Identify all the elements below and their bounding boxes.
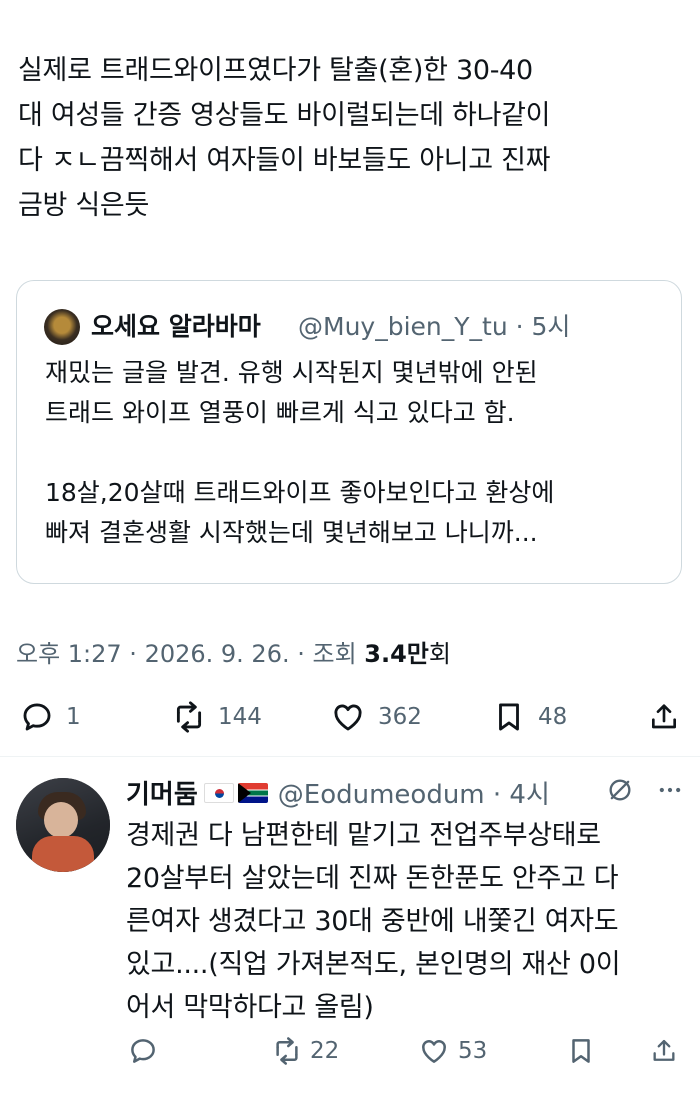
reply-share-button[interactable] bbox=[650, 1036, 678, 1066]
retweet-button[interactable]: 144 bbox=[172, 700, 262, 734]
retweet-count: 144 bbox=[218, 704, 262, 730]
quote-author-handle: @Muy_bien_Y_tu · 5시 bbox=[298, 312, 571, 341]
reply-bookmark-button[interactable] bbox=[566, 1036, 596, 1066]
reply-count: 1 bbox=[66, 704, 81, 730]
quote-body-line bbox=[45, 433, 665, 473]
share-button[interactable] bbox=[648, 700, 680, 734]
south-africa-flag-icon bbox=[237, 782, 268, 803]
reply-like-count: 53 bbox=[458, 1038, 488, 1064]
view-count-unit: 회 bbox=[428, 640, 451, 668]
reply-icon bbox=[23, 703, 51, 731]
like-count: 362 bbox=[378, 704, 422, 730]
retweet-icon bbox=[276, 1037, 298, 1065]
bookmark-button[interactable]: 48 bbox=[492, 700, 567, 734]
reply-retweet-button[interactable]: 22 bbox=[272, 1036, 339, 1066]
retweet-icon bbox=[176, 701, 202, 733]
reply-author-handle[interactable]: @Eodumeodum · 4시 bbox=[278, 774, 550, 811]
like-button[interactable]: 362 bbox=[330, 700, 422, 734]
quote-body-line: 트래드 와이프 열풍이 빠르게 식고 있다고 함. bbox=[45, 398, 515, 427]
reply-button[interactable]: 1 bbox=[20, 700, 81, 734]
reply-body-line: 경제권 다 남편한테 맡기고 전업주부상태로 bbox=[126, 820, 601, 851]
quote-avatar[interactable] bbox=[44, 309, 80, 345]
quote-body-line: 18살,20살때 트래드와이프 좋아보인다고 환상에 bbox=[45, 478, 555, 507]
south-korea-flag-icon bbox=[203, 782, 234, 803]
reply-body-line: 른여자 생겼다고 30대 중반에 내쫓긴 여자도 bbox=[126, 906, 619, 937]
quote-body-line: 빠져 결혼생활 시작했는데 몇년해보고 나니까... bbox=[45, 518, 538, 547]
grok-icon[interactable] bbox=[606, 776, 634, 804]
reply-header: 기머둠 @Eodumeodum · 4시 bbox=[126, 774, 550, 811]
view-count: 3.4만 bbox=[364, 640, 429, 668]
more-icon[interactable] bbox=[656, 776, 684, 804]
reply-icon bbox=[131, 1039, 155, 1063]
tweet-text-line: 대 여성들 간증 영상들도 바이럴되는데 하나같이 bbox=[18, 100, 551, 131]
quote-author-name: 오세요 알라바마 bbox=[91, 312, 261, 341]
divider bbox=[0, 756, 700, 757]
reply-like-button[interactable]: 53 bbox=[418, 1036, 487, 1066]
tweet-text-line: 다 ㅈㄴ끔찍해서 여자들이 바보들도 아니고 진짜 bbox=[18, 145, 551, 176]
heart-icon bbox=[422, 1040, 446, 1063]
bookmark-icon bbox=[572, 1039, 590, 1063]
tweet-text-line: 실제로 트래드와이프였다가 탈출(혼)한 30-40 bbox=[18, 55, 533, 86]
heart-icon bbox=[334, 704, 362, 731]
reply-body-line: 20살부터 살았는데 진짜 돈한푼도 안주고 다 bbox=[126, 863, 619, 894]
share-icon bbox=[653, 1039, 675, 1061]
share-icon bbox=[652, 704, 676, 729]
bookmark-icon bbox=[499, 703, 519, 731]
quote-body: 재밌는 글을 발견. 유행 시작된지 몇년밖에 안된 트래드 와이프 열풍이 빠… bbox=[45, 353, 665, 553]
tweet-text: 실제로 트래드와이프였다가 탈출(혼)한 30-40 대 여성들 간증 영상들도… bbox=[18, 48, 686, 228]
reply-retweet-count: 22 bbox=[310, 1038, 340, 1064]
reply-reply-button[interactable] bbox=[128, 1036, 158, 1066]
reply-body-line: 있고....(직업 가져본적도, 본인명의 재산 0이 bbox=[126, 949, 621, 980]
tweet-text-line: 금방 식은듯 bbox=[18, 190, 149, 221]
reply-author-name[interactable]: 기머둠 bbox=[126, 774, 198, 811]
reply-body: 경제권 다 남편한테 맡기고 전업주부상태로 20살부터 살았는데 진짜 돈한푼… bbox=[126, 814, 686, 1029]
flag-emojis bbox=[203, 782, 268, 803]
quoted-tweet-card[interactable]: 오세요 알라바마 @Muy_bien_Y_tu · 5시 재밌는 글을 발견. … bbox=[16, 280, 682, 584]
bookmark-count: 48 bbox=[538, 704, 568, 730]
reply-body-line: 어서 막막하다고 올림) bbox=[126, 992, 374, 1023]
reply-header-icons bbox=[606, 776, 684, 804]
tweet-meta: 오후 1:27 · 2026. 9. 26. · 조회 3.4만회 bbox=[16, 634, 451, 669]
reply-avatar[interactable] bbox=[16, 778, 110, 872]
quote-body-line: 재밌는 글을 발견. 유행 시작된지 몇년밖에 안된 bbox=[45, 358, 538, 387]
tweet-timestamp[interactable]: 오후 1:27 · 2026. 9. 26. · 조회 bbox=[16, 640, 364, 668]
